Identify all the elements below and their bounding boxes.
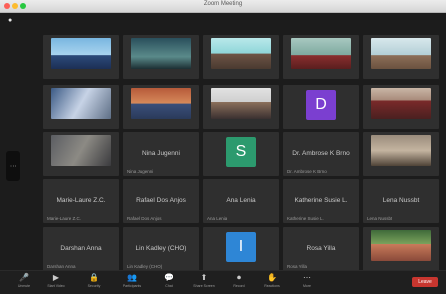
toolbar-button-record[interactable]: ⏺ Record — [225, 273, 253, 292]
shield-icon[interactable]: ● — [8, 17, 16, 25]
toolbar-button-security[interactable]: 🔒 Security — [80, 273, 108, 292]
participant-video — [131, 38, 191, 69]
lock-icon: 🔒 — [89, 273, 99, 282]
participant-video — [51, 135, 111, 166]
participant-name-label: Lena Nussbt — [367, 216, 393, 221]
participant-tile[interactable] — [203, 35, 279, 79]
toolbar-button-label: Start Video — [47, 284, 65, 288]
participant-tile[interactable] — [363, 132, 439, 176]
participant-video — [291, 38, 351, 69]
toolbar-button-participants[interactable]: 👥 Participants — [118, 273, 146, 292]
participant-tile[interactable] — [363, 35, 439, 79]
participant-name-label: Rafael Dos Anjos — [127, 216, 162, 221]
participant-tile[interactable]: Rosa Yilla Rosa Yilla — [283, 227, 359, 271]
window-title: Zoom Meeting — [203, 1, 243, 7]
participant-name-label: Nina Jugenni — [127, 169, 154, 174]
participant-display-name: Ana Lenia — [226, 197, 256, 204]
participant-tile[interactable]: Nina Jugenni Nina Jugenni — [123, 132, 199, 176]
participants-icon: 👥 — [127, 273, 137, 282]
participant-video — [211, 88, 271, 119]
toolbar-button-label: Reactions — [264, 284, 280, 288]
participant-tile[interactable]: Marie-Laure Z.C. Marie-Laure Z.C. — [43, 179, 119, 223]
side-panel-tab[interactable]: ⋮ — [6, 151, 20, 181]
participant-name-label: Rosa Yilla — [287, 264, 308, 269]
participant-display-name: Nina Jugenni — [142, 150, 180, 157]
participant-tile[interactable]: I — [203, 227, 279, 271]
participant-tile[interactable]: Lena Nussbt Lena Nussbt — [363, 179, 439, 223]
toolbar-button-label: Participants — [122, 284, 142, 288]
participant-tile[interactable]: Katherine Susie L. Katherine Susie L. — [283, 179, 359, 223]
toolbar-button-share-screen[interactable]: ⬆ Share Screen — [190, 273, 218, 292]
participant-name-label: Lin Kadley (CHO) — [127, 264, 163, 269]
toolbar-button-unmute[interactable]: 🎤 Unmute — [10, 273, 38, 292]
participant-display-name: Lena Nussbt — [382, 197, 420, 204]
participant-avatar: S — [226, 137, 256, 167]
participant-tile[interactable] — [363, 85, 439, 129]
participant-display-name: Lin Kadley (CHO) — [135, 245, 187, 252]
participant-display-name: Dr. Ambrose K Brno — [292, 150, 350, 157]
participant-tile[interactable] — [203, 85, 279, 129]
reactions-icon: ✋ — [267, 273, 277, 282]
participant-display-name: Katherine Susie L. — [294, 197, 348, 204]
toolbar-button-label: Security — [87, 284, 101, 288]
participant-video — [131, 88, 191, 119]
video-gallery: ● ⋮ D Nina Jugenni Nina Jugenni S Dr. Ambros… — [0, 13, 446, 271]
more-icon: ⋯ — [303, 273, 311, 282]
participant-tile[interactable]: Dr. Ambrose K Brno Dr. Ambrose K Brno — [283, 132, 359, 176]
toolbar-button-start-video[interactable]: ▶ Start Video — [42, 273, 70, 292]
participant-tile[interactable] — [43, 85, 119, 129]
participant-name-label: Dr. Ambrose K Brno — [287, 169, 327, 174]
participant-display-name: Rafael Dos Anjos — [136, 197, 186, 204]
toolbar-button-label: Record — [233, 284, 245, 288]
video-camera-icon: ▶ — [52, 273, 60, 282]
participant-name-label: Marie-Laure Z.C. — [47, 216, 82, 221]
participant-avatar: I — [226, 232, 256, 262]
leave-button[interactable]: Leave — [412, 277, 438, 287]
window-titlebar: Zoom Meeting — [0, 0, 446, 13]
participant-video — [211, 38, 271, 69]
share-screen-icon: ⬆ — [200, 273, 208, 282]
participant-tile[interactable]: D — [283, 85, 359, 129]
participant-tile[interactable] — [43, 132, 119, 176]
participant-tile[interactable] — [43, 35, 119, 79]
toolbar-button-label: Share Screen — [193, 284, 215, 288]
toolbar-button-label: More — [303, 284, 311, 288]
participant-tile[interactable] — [283, 35, 359, 79]
participant-tile[interactable]: S — [203, 132, 279, 176]
participant-avatar: D — [306, 90, 336, 120]
participant-video — [371, 88, 431, 119]
participant-video — [371, 38, 431, 69]
participant-name-label: Darshan Anna — [47, 264, 76, 269]
participant-display-name: Rosa Yilla — [306, 245, 336, 252]
toolbar-button-more[interactable]: ⋯ More — [293, 273, 321, 292]
participant-video — [371, 135, 431, 166]
participant-tile[interactable] — [363, 227, 439, 271]
toolbar-button-reactions[interactable]: ✋ Reactions — [258, 273, 286, 292]
participant-tile[interactable] — [123, 35, 199, 79]
microphone-icon: 🎤 — [19, 273, 29, 282]
participant-name-label: Katherine Susie L. — [287, 216, 324, 221]
participant-name-label: Ana Lenia — [207, 216, 228, 221]
participant-video — [371, 230, 431, 261]
participant-display-name: Marie-Laure Z.C. — [56, 197, 106, 204]
participant-tile[interactable] — [123, 85, 199, 129]
chat-icon: 💬 — [164, 273, 174, 282]
record-icon: ⏺ — [237, 273, 241, 282]
toolbar-button-label: Unmute — [17, 284, 31, 288]
participant-tile[interactable]: Darshan Anna Darshan Anna — [43, 227, 119, 271]
participant-video — [51, 38, 111, 69]
participant-tile[interactable]: Rafael Dos Anjos Rafael Dos Anjos — [123, 179, 199, 223]
participant-display-name: Darshan Anna — [60, 245, 102, 252]
toolbar-button-label: Chat — [165, 284, 173, 288]
meeting-toolbar: 🎤 Unmute ▶ Start Video 🔒 Security 👥 Participant… — [0, 270, 446, 294]
participant-tile[interactable]: Lin Kadley (CHO) Lin Kadley (CHO) — [123, 227, 199, 271]
participant-video — [51, 88, 111, 119]
toolbar-button-chat[interactable]: 💬 Chat — [155, 273, 183, 292]
participant-tile[interactable]: Ana Lenia Ana Lenia — [203, 179, 279, 223]
